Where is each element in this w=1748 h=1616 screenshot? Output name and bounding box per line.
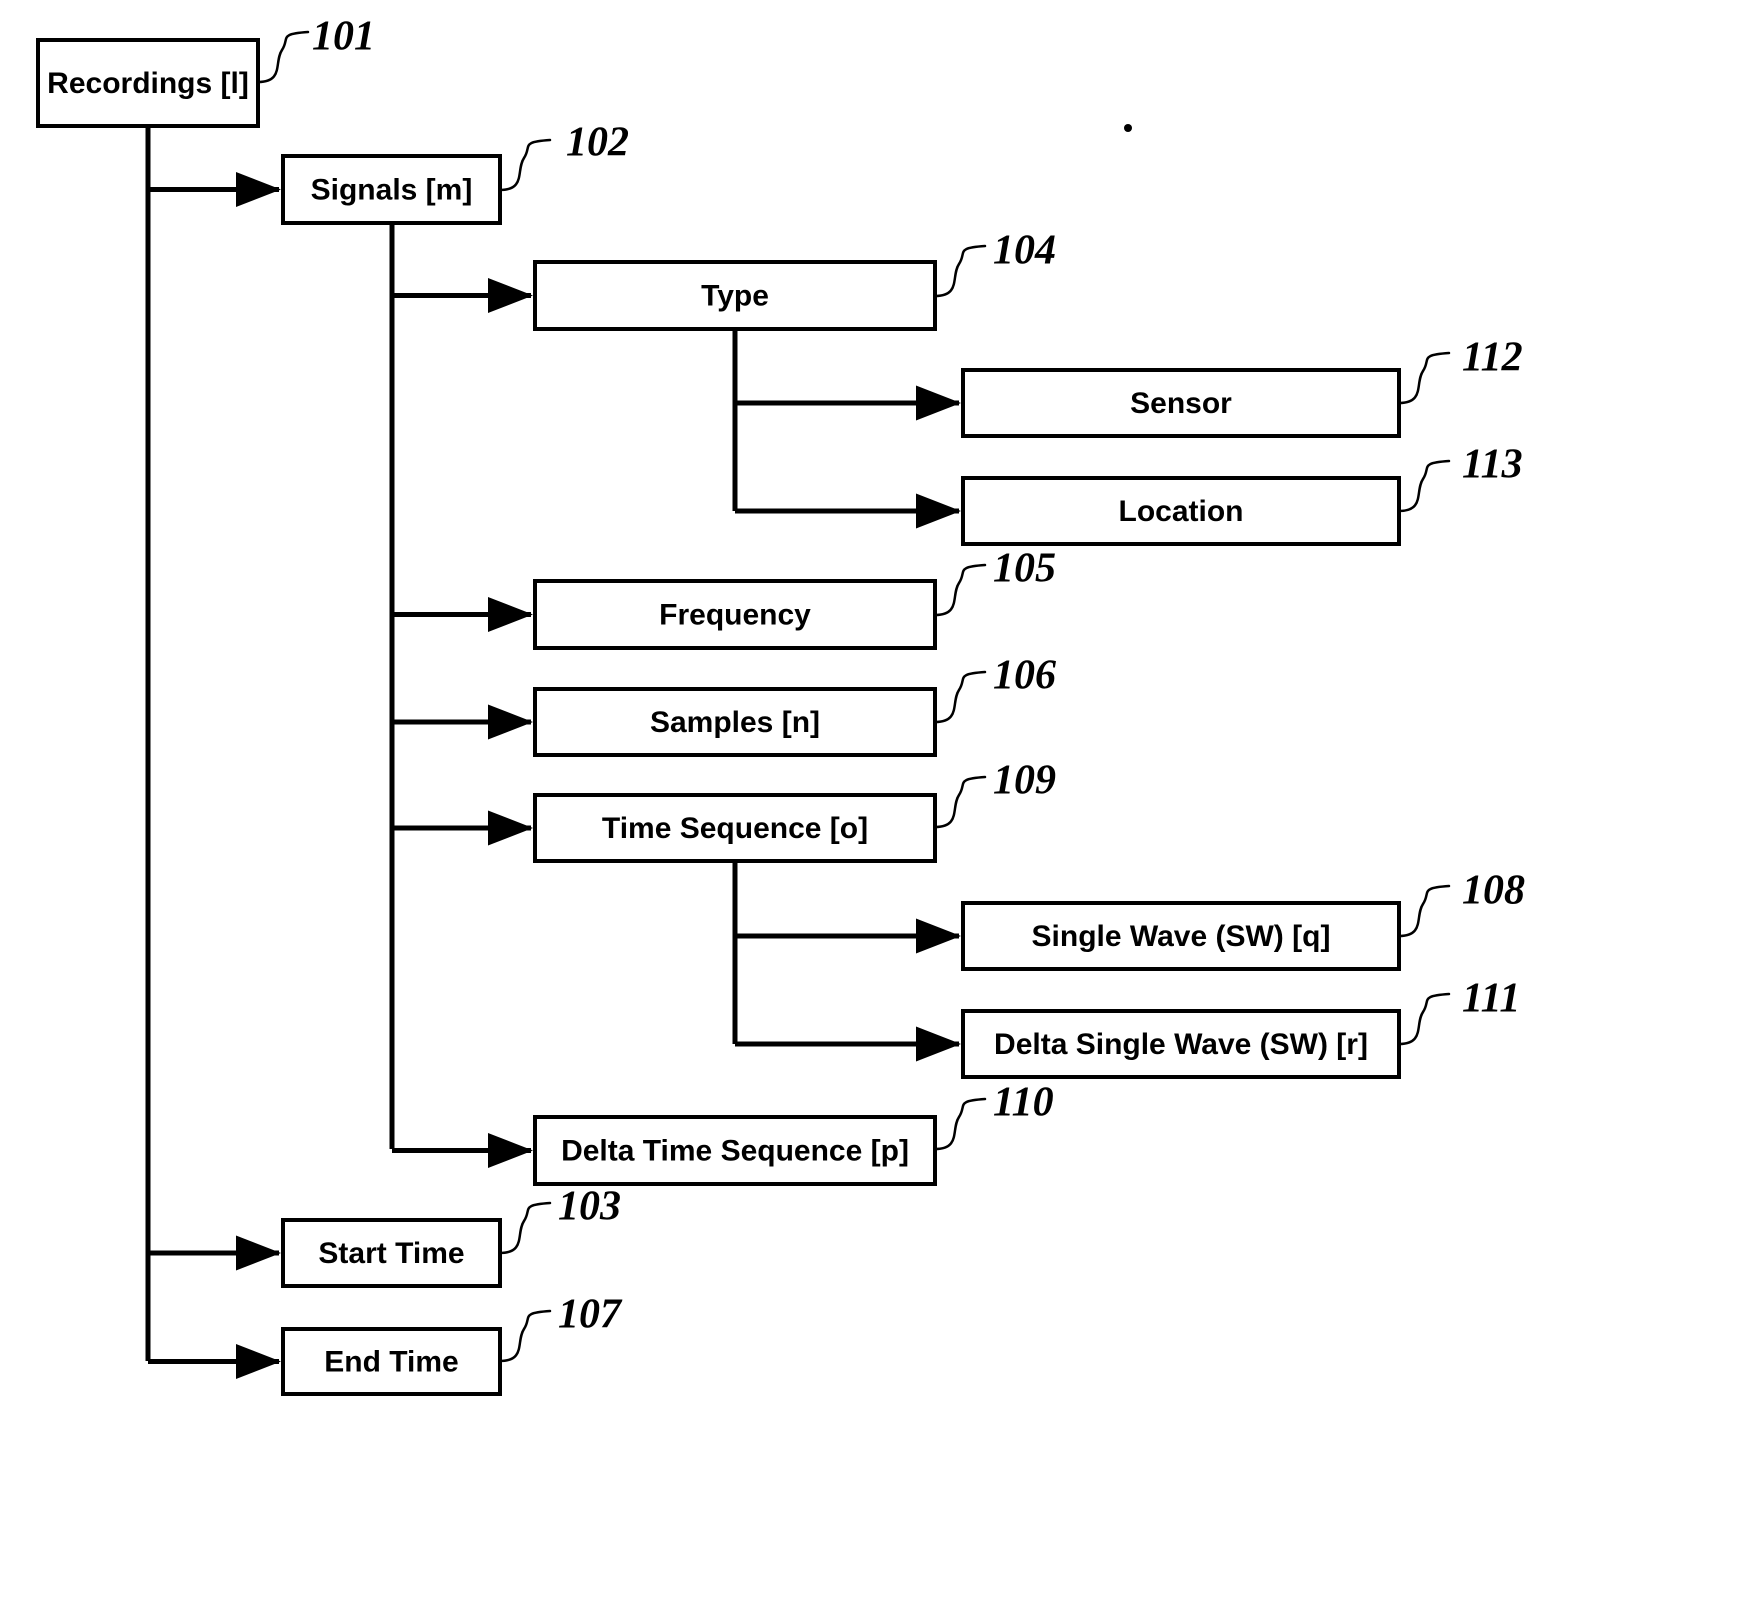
node-single-wave: Single Wave (SW) [q] [961,901,1401,971]
reference-callout-105: 105 [933,546,1056,617]
reference-callout-103: 103 [498,1184,621,1255]
node-label-frequency: Frequency [659,598,811,631]
reference-callout-101: 101 [256,14,375,84]
reference-callout-109: 109 [933,758,1056,829]
reference-number-110: 110 [993,1080,1054,1126]
node-label-time-sequence: Time Sequence [o] [602,812,868,845]
node-time-sequence: Time Sequence [o] [533,793,937,863]
node-label-end-time: End Time [324,1345,458,1378]
reference-callout-112: 112 [1397,335,1523,405]
diagram-root: Recordings [l] Signals [m] Type Sensor Locat… [0,0,1748,1616]
node-label-sensor: Sensor [1130,387,1232,420]
node-sensor: Sensor [961,368,1401,438]
reference-leader-110 [933,1097,987,1151]
reference-leader-111 [1397,992,1451,1046]
reference-leader-101 [256,30,310,84]
node-layer: Recordings [l] Signals [m] Type Sensor Locat… [36,38,1401,1396]
hierarchy-diagram: Recordings [l] Signals [m] Type Sensor Locat… [36,14,1525,1396]
node-label-samples: Samples [n] [650,706,820,739]
reference-number-109: 109 [993,758,1056,804]
reference-leader-109 [933,775,987,829]
reference-number-103: 103 [558,1184,621,1230]
reference-leader-102 [498,138,552,192]
reference-number-102: 102 [566,120,629,166]
node-start-time: Start Time [281,1218,502,1288]
node-type: Type [533,260,937,331]
reference-number-113: 113 [1462,442,1523,488]
node-label-signals: Signals [m] [311,173,473,206]
node-label-start-time: Start Time [318,1237,464,1270]
reference-leader-105 [933,563,987,617]
node-label-delta-time-seq: Delta Time Sequence [p] [561,1134,909,1167]
node-frequency: Frequency [533,579,937,650]
reference-leader-106 [933,670,987,724]
reference-callout-107: 107 [498,1292,623,1363]
node-label-delta-single-wave: Delta Single Wave (SW) [r] [994,1028,1368,1061]
reference-number-111: 111 [1462,976,1520,1022]
reference-leader-104 [933,244,987,298]
node-delta-single-wave: Delta Single Wave (SW) [r] [961,1009,1401,1079]
reference-leader-103 [498,1201,552,1255]
reference-number-106: 106 [993,653,1056,699]
reference-leader-108 [1397,884,1451,938]
reference-number-107: 107 [558,1292,623,1338]
stray-ink-dot [1124,124,1132,132]
node-label-recordings: Recordings [l] [47,67,249,100]
node-label-type: Type [701,279,769,312]
node-label-location: Location [1119,495,1244,528]
reference-number-101: 101 [312,14,375,60]
node-location: Location [961,476,1401,546]
reference-number-104: 104 [993,228,1056,274]
node-delta-time-seq: Delta Time Sequence [p] [533,1115,937,1186]
reference-callout-106: 106 [933,653,1056,724]
reference-number-105: 105 [993,546,1056,592]
reference-leader-113 [1397,459,1451,513]
reference-number-112: 112 [1462,335,1523,381]
node-label-single-wave: Single Wave (SW) [q] [1032,920,1331,953]
node-samples: Samples [n] [533,687,937,757]
reference-callout-110: 110 [933,1080,1054,1151]
reference-callout-108: 108 [1397,868,1525,938]
reference-callout-104: 104 [933,228,1056,298]
node-end-time: End Time [281,1327,502,1396]
reference-callout-111: 111 [1397,976,1520,1046]
reference-leader-112 [1397,351,1451,405]
reference-callout-113: 113 [1397,442,1523,513]
node-signals: Signals [m] [281,154,502,225]
reference-leader-107 [498,1309,552,1363]
reference-number-108: 108 [1462,868,1525,914]
node-recordings: Recordings [l] [36,38,260,128]
reference-callout-102: 102 [498,120,629,192]
